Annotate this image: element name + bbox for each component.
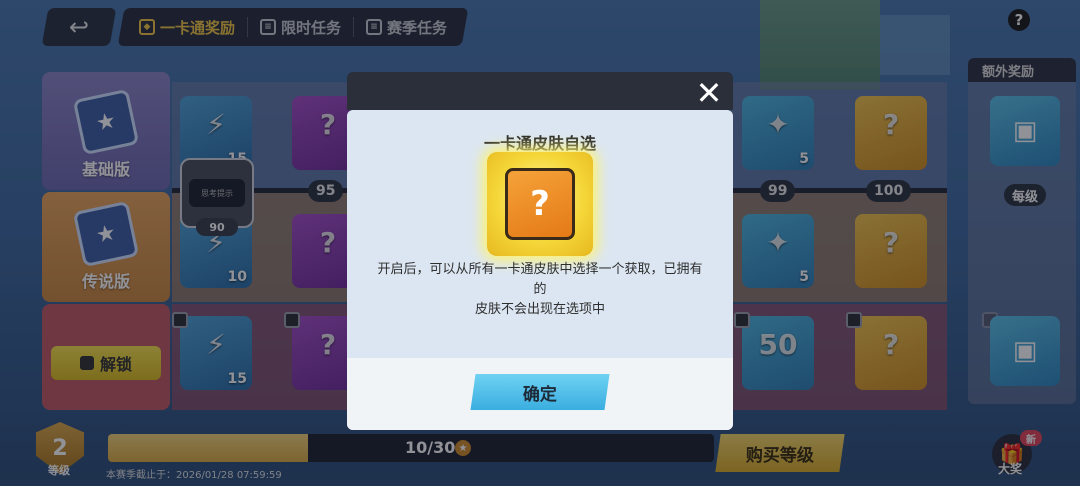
mystery-box-icon: ? bbox=[505, 168, 575, 240]
close-button[interactable]: ✕ bbox=[694, 74, 724, 112]
description-line: 开启后，可以从所有一卡通皮肤中选择一个获取，已拥有的 bbox=[377, 262, 703, 297]
modal-header-bar bbox=[347, 72, 733, 110]
item-preview: ? bbox=[487, 152, 593, 256]
description-line: 皮肤不会出现在选项中 bbox=[474, 302, 605, 317]
confirm-button[interactable]: 确定 bbox=[470, 374, 610, 410]
confirm-label: 确定 bbox=[523, 384, 557, 405]
close-icon: ✕ bbox=[695, 74, 723, 112]
item-detail-dialog: 一卡通皮肤自选 ? 开启后，可以从所有一卡通皮肤中选择一个获取，已拥有的 皮肤不… bbox=[347, 110, 733, 430]
dialog-description: 开启后，可以从所有一卡通皮肤中选择一个获取，已拥有的 皮肤不会出现在选项中 bbox=[373, 260, 707, 320]
dialog-title: 一卡通皮肤自选 bbox=[483, 134, 596, 153]
